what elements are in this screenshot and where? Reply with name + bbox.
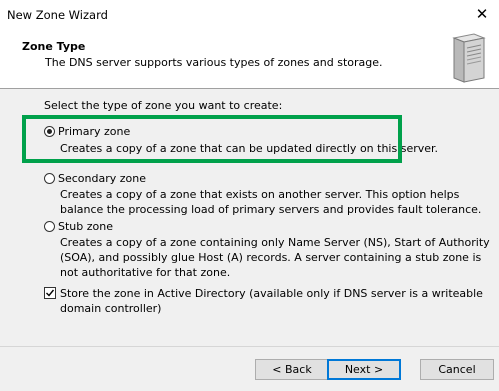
checkbox-indicator[interactable]: [44, 287, 56, 299]
secondary-zone-description: Creates a copy of a zone that exists on …: [60, 188, 482, 216]
secondary-zone-label: Secondary zone: [58, 172, 146, 185]
highlight-annotation: [22, 115, 402, 163]
checkmark-icon: [46, 289, 55, 297]
wizard-footer: < Back Next > Cancel: [0, 346, 499, 391]
server-icon: [452, 33, 486, 83]
close-button[interactable]: ✕: [465, 0, 499, 28]
store-in-ad-checkbox[interactable]: Store the zone in Active Directory (avai…: [44, 287, 490, 316]
back-button[interactable]: < Back: [255, 359, 329, 380]
stub-zone-description: Creates a copy of a zone containing only…: [60, 236, 490, 279]
wizard-header: Zone Type The DNS server supports variou…: [0, 28, 499, 89]
stub-zone-radio[interactable]: Stub zone: [44, 220, 113, 233]
close-icon: ✕: [475, 5, 489, 23]
secondary-zone-radio[interactable]: Secondary zone: [44, 172, 146, 185]
page-title: Zone Type: [22, 40, 86, 53]
radio-indicator[interactable]: [44, 221, 55, 232]
radio-indicator[interactable]: [44, 173, 55, 184]
store-in-ad-label: Store the zone in Active Directory (avai…: [60, 287, 483, 315]
wizard-body: Select the type of zone you want to crea…: [0, 89, 499, 346]
window-title: New Zone Wizard: [7, 8, 108, 22]
next-button[interactable]: Next >: [327, 359, 401, 380]
cancel-button[interactable]: Cancel: [420, 359, 494, 380]
page-subtitle: The DNS server supports various types of…: [45, 56, 383, 69]
title-bar: New Zone Wizard ✕: [0, 0, 499, 28]
zone-type-prompt: Select the type of zone you want to crea…: [44, 99, 283, 112]
stub-zone-label: Stub zone: [58, 220, 113, 233]
